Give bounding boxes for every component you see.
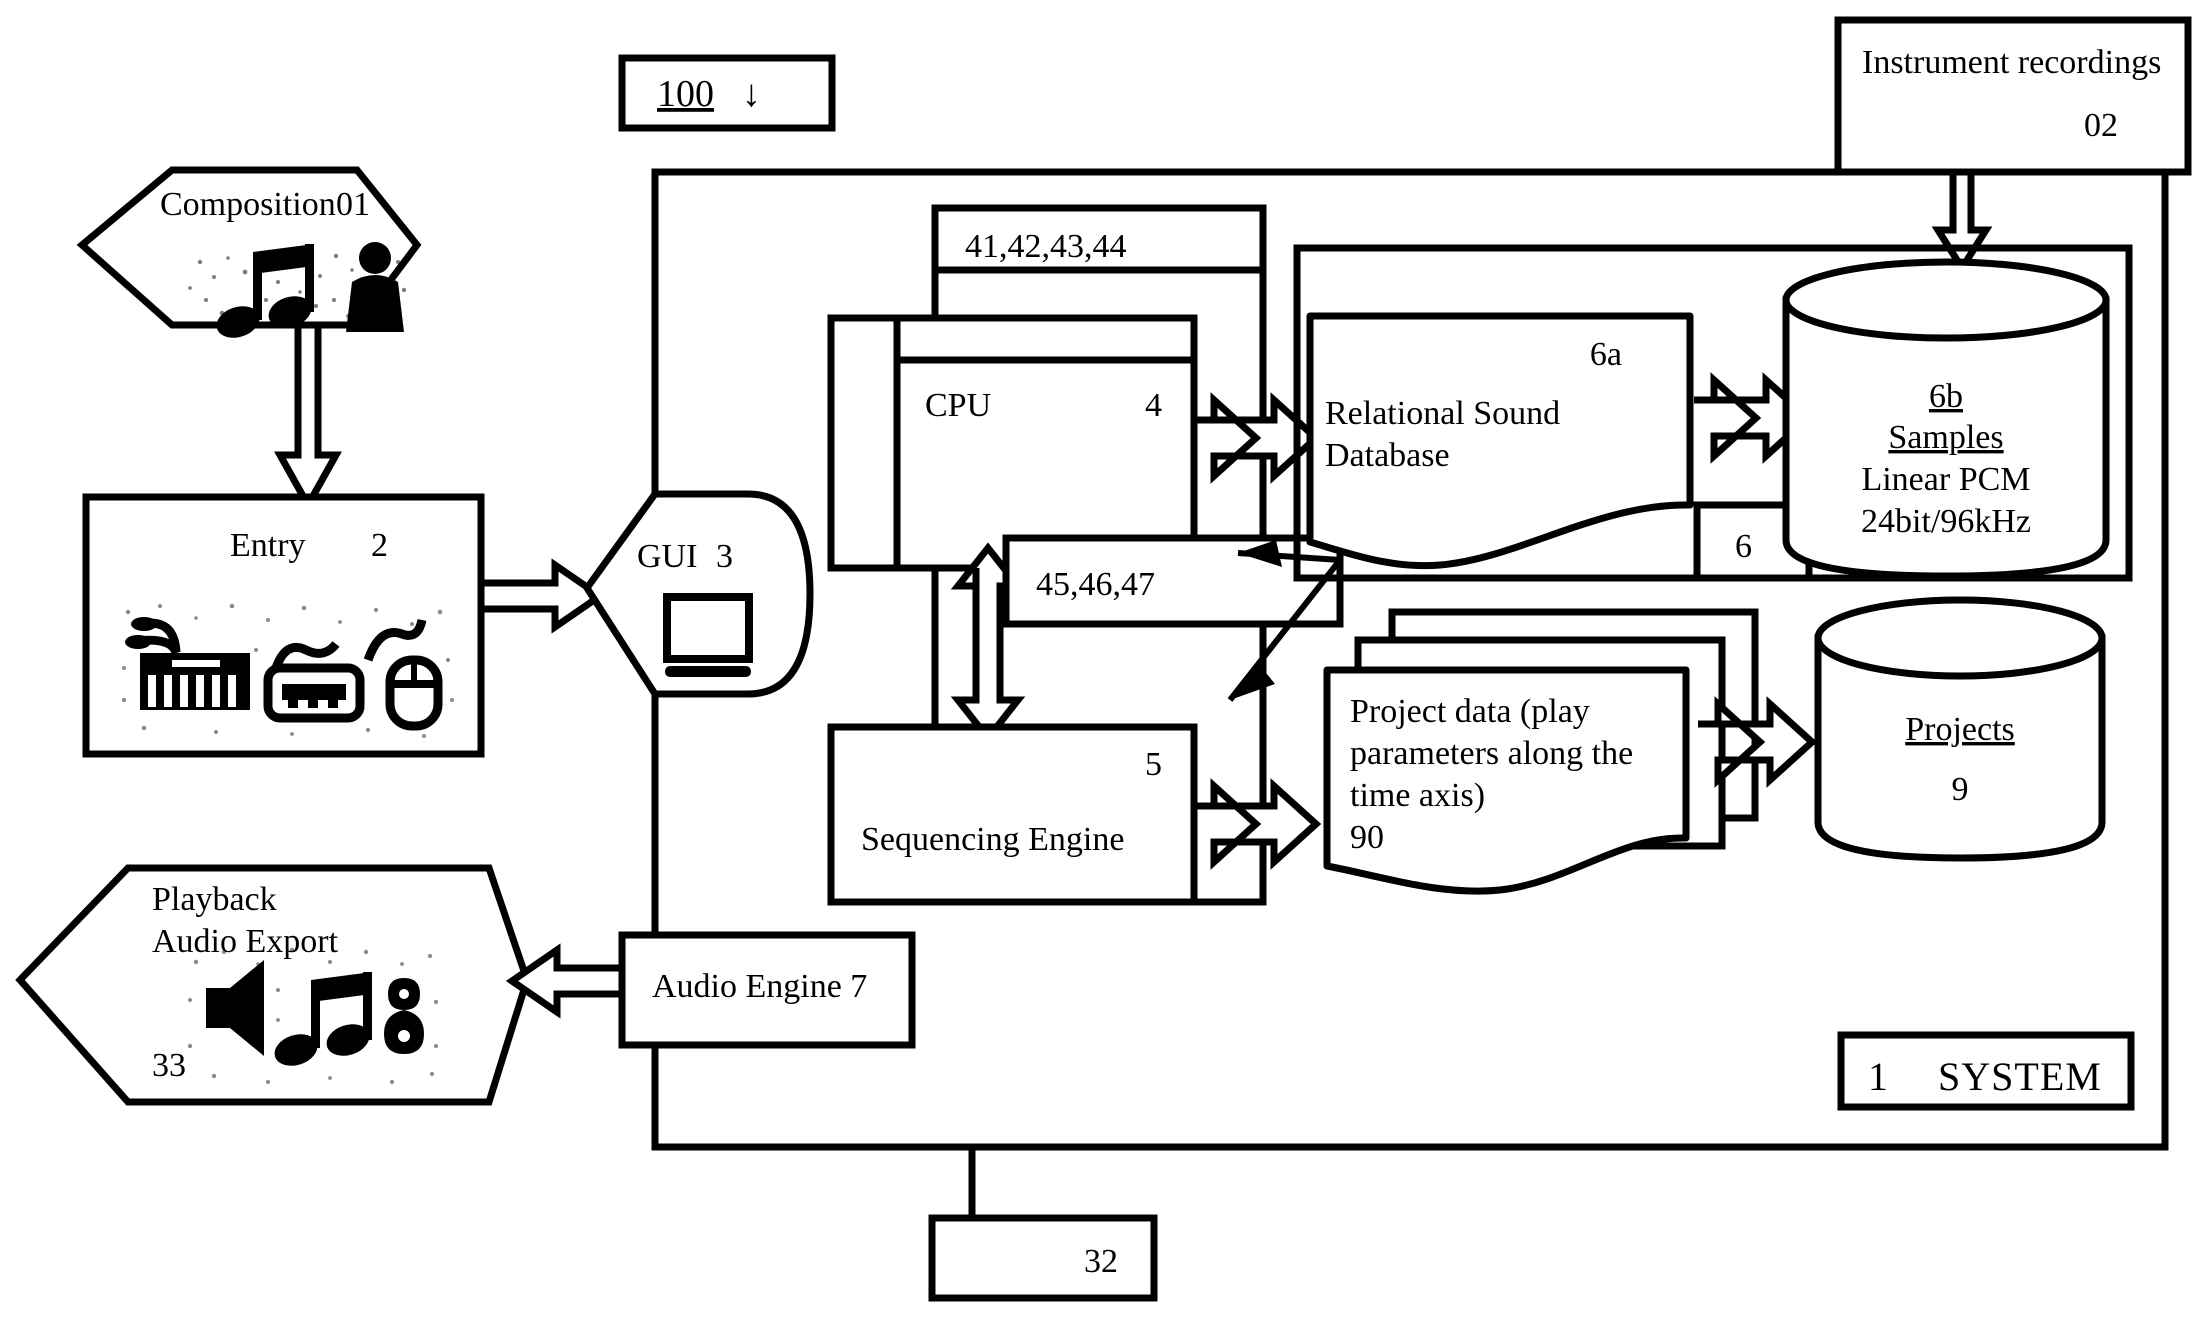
sound-db-group-ref: 6 bbox=[1735, 528, 1752, 565]
sequencing-engine-title: Sequencing Engine bbox=[861, 821, 1124, 858]
arrow-entry-to-gui bbox=[477, 558, 607, 634]
cpu-node: CPU 4 bbox=[827, 314, 1198, 572]
project-data-line2: parameters along the bbox=[1350, 735, 1633, 772]
gui-title: GUI bbox=[637, 538, 697, 575]
arrow-sequencing-projectdata bbox=[1194, 778, 1322, 870]
relational-db-line1: Relational Sound bbox=[1325, 395, 1560, 432]
system-label-box: 1 SYSTEM bbox=[1837, 1031, 2135, 1111]
project-data-line3: time axis) bbox=[1350, 777, 1485, 814]
sequencing-engine-node: 5 Sequencing Engine bbox=[827, 723, 1198, 906]
arrow-composition-to-entry bbox=[274, 321, 342, 513]
composition-node: Composition 01 bbox=[76, 166, 422, 338]
playback-line2: Audio Export bbox=[152, 923, 339, 960]
instrument-recordings-box: Instrument recordings 02 bbox=[1834, 16, 2192, 176]
system-box-number: 1 bbox=[1868, 1054, 1889, 1099]
samples-line2: 24bit/96kHz bbox=[1861, 503, 2031, 540]
samples-ref: 6b bbox=[1929, 378, 1963, 415]
relational-db-ref: 6a bbox=[1590, 336, 1622, 373]
project-data-node: Project data (play parameters along the … bbox=[1323, 608, 1759, 895]
sequencing-engine-ref: 5 bbox=[1145, 746, 1162, 783]
bus-45-47-label: 45,46,47 bbox=[1036, 566, 1155, 603]
entry-node: Entry 2 bbox=[82, 493, 485, 758]
playback-ref: 33 bbox=[152, 1047, 186, 1084]
system-block-diagram: 100 ↓ Instrument recordings 02 Compositi… bbox=[15, 16, 2192, 1302]
bottom-32-label: 32 bbox=[1084, 1243, 1118, 1280]
bus-45-47-box: 45,46,47 bbox=[1002, 534, 1344, 628]
projects-title: Projects bbox=[1905, 711, 2015, 748]
bottom-32-box: 32 bbox=[928, 1214, 1158, 1302]
project-data-line1: Project data (play bbox=[1350, 693, 1590, 730]
projects-ref: 9 bbox=[1952, 771, 1969, 808]
samples-line1: Linear PCM bbox=[1861, 461, 2030, 498]
arrow-recordings-to-samples bbox=[1931, 168, 1993, 275]
composition-ref: 01 bbox=[336, 186, 370, 223]
gui-node: GUI 3 bbox=[582, 490, 814, 698]
bus-41-44-label: 41,42,43,44 bbox=[965, 228, 1127, 265]
playback-node: Playback Audio Export 33 bbox=[15, 864, 531, 1106]
projects-cylinder-node: Projects 9 bbox=[1814, 596, 2106, 862]
patent-figure-page: 100 ↓ Instrument recordings 02 Compositi… bbox=[0, 0, 2203, 1319]
instrument-recordings-ref: 02 bbox=[2084, 107, 2118, 144]
bus-41-44-box: 41,42,43,44 bbox=[931, 204, 1267, 274]
cpu-title: CPU bbox=[925, 387, 991, 424]
composition-title: Composition bbox=[160, 186, 336, 223]
project-data-ref: 90 bbox=[1350, 819, 1384, 856]
samples-title: Samples bbox=[1888, 419, 2003, 456]
relational-sound-database-node: 6a Relational Sound Database bbox=[1306, 312, 1694, 570]
playback-line1: Playback bbox=[152, 881, 277, 918]
entry-ref: 2 bbox=[371, 527, 388, 564]
cpu-ref: 4 bbox=[1145, 387, 1162, 424]
arrow-audioengine-to-playback bbox=[505, 943, 626, 1019]
system-box-label: SYSTEM bbox=[1938, 1054, 2102, 1099]
gui-ref: 3 bbox=[716, 538, 733, 575]
reference-100-label: 100 bbox=[657, 73, 714, 115]
reference-100-box: 100 ↓ bbox=[618, 54, 836, 132]
audio-engine-title: Audio Engine 7 bbox=[652, 968, 867, 1005]
entry-title: Entry bbox=[230, 527, 306, 564]
relational-db-line2: Database bbox=[1325, 437, 1450, 474]
reference-100-arrow-icon: ↓ bbox=[742, 73, 761, 115]
audio-engine-node: Audio Engine 7 bbox=[618, 931, 916, 1049]
instrument-recordings-title: Instrument recordings bbox=[1862, 44, 2161, 81]
